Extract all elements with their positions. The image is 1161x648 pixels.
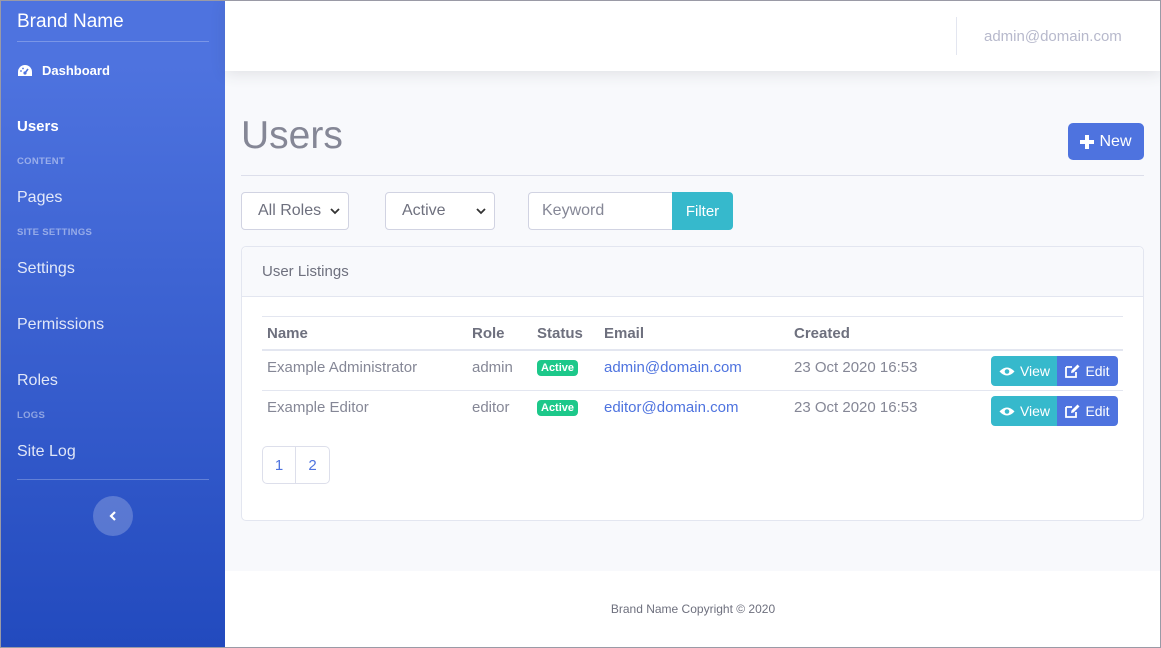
column-header-created[interactable]: Created bbox=[794, 325, 850, 342]
divider bbox=[241, 175, 1144, 176]
plus-icon bbox=[1080, 134, 1095, 149]
user-name: Example Administrator bbox=[267, 359, 418, 376]
user-role: admin bbox=[472, 359, 513, 376]
copyright-text: Brand Name Copyright © 2020 bbox=[610, 602, 776, 616]
edit-button[interactable]: Edit bbox=[1057, 396, 1118, 426]
user-created: 23 Oct 2020 16:53 bbox=[794, 359, 918, 376]
keyword-input[interactable]: Keyword bbox=[528, 192, 674, 230]
role-select-value: All Roles bbox=[258, 202, 322, 219]
chevron-left-icon bbox=[109, 511, 116, 521]
page-title: Users bbox=[241, 114, 343, 157]
edit-label: Edit bbox=[1085, 363, 1110, 379]
sidebar-divider bbox=[17, 479, 209, 480]
column-header-role[interactable]: Role bbox=[472, 325, 505, 342]
user-menu[interactable]: admin@domain.com bbox=[984, 28, 1122, 45]
new-button-label: New bbox=[1099, 132, 1132, 150]
sidebar-item-users[interactable]: Users bbox=[17, 118, 59, 135]
view-label: View bbox=[1019, 363, 1051, 379]
page-link-1[interactable]: 1 bbox=[262, 446, 296, 484]
chevron-down-icon bbox=[330, 208, 340, 215]
user-name: Example Editor bbox=[267, 399, 369, 416]
topbar-divider bbox=[956, 17, 957, 55]
eye-icon bbox=[999, 367, 1015, 375]
table-border bbox=[262, 316, 1123, 317]
edit-button[interactable]: Edit bbox=[1057, 356, 1118, 386]
page-link-2[interactable]: 2 bbox=[296, 446, 330, 484]
pagination: 1 2 bbox=[262, 446, 330, 484]
view-button[interactable]: View bbox=[991, 396, 1058, 426]
sidebar-heading-logs: LOGS bbox=[17, 410, 46, 421]
role-select[interactable]: All Roles bbox=[241, 192, 349, 230]
sidebar-heading-content: CONTENT bbox=[17, 156, 66, 167]
user-email-link[interactable]: admin@domain.com bbox=[604, 359, 742, 376]
sidebar-item-dashboard[interactable]: Dashboard bbox=[17, 63, 110, 78]
column-header-email[interactable]: Email bbox=[604, 325, 644, 342]
user-email-link[interactable]: editor@domain.com bbox=[604, 399, 738, 416]
status-select[interactable]: Active bbox=[385, 192, 495, 230]
status-badge: Active bbox=[537, 360, 579, 376]
user-role: editor bbox=[472, 399, 510, 416]
status-badge: Active bbox=[537, 400, 579, 416]
table-row-border bbox=[262, 390, 1123, 391]
new-user-button[interactable]: New bbox=[1068, 123, 1144, 160]
sidebar-item-permissions[interactable]: Permissions bbox=[17, 316, 104, 334]
edit-icon bbox=[1065, 404, 1080, 418]
sidebar-item-label: Dashboard bbox=[42, 63, 110, 78]
table-header-border bbox=[262, 349, 1123, 351]
sidebar-item-roles[interactable]: Roles bbox=[17, 372, 58, 390]
chevron-down-icon bbox=[476, 208, 486, 215]
brand-name[interactable]: Brand Name bbox=[17, 11, 124, 33]
sidebar-item-pages[interactable]: Pages bbox=[17, 189, 62, 207]
edit-icon bbox=[1065, 364, 1080, 378]
topbar: admin@domain.com bbox=[225, 0, 1161, 71]
sidebar-item-settings[interactable]: Settings bbox=[17, 260, 75, 278]
status-select-value: Active bbox=[402, 202, 446, 219]
filter-button[interactable]: Filter bbox=[672, 192, 733, 230]
user-created: 23 Oct 2020 16:53 bbox=[794, 399, 918, 416]
view-button[interactable]: View bbox=[991, 356, 1058, 386]
tachometer-icon bbox=[18, 64, 32, 76]
column-header-status[interactable]: Status bbox=[537, 325, 583, 342]
card-title: User Listings bbox=[242, 247, 1143, 297]
column-header-name[interactable]: Name bbox=[267, 325, 308, 342]
sidebar-divider bbox=[17, 41, 209, 42]
keyword-placeholder: Keyword bbox=[542, 202, 605, 219]
sidebar-item-site-log[interactable]: Site Log bbox=[17, 443, 76, 461]
edit-label: Edit bbox=[1085, 403, 1110, 419]
footer: Brand Name Copyright © 2020 bbox=[225, 571, 1161, 648]
view-label: View bbox=[1019, 403, 1051, 419]
sidebar-heading-site-settings: SITE SETTINGS bbox=[17, 227, 93, 238]
sidebar: Brand Name Dashboard Users CONTENT Pages… bbox=[0, 0, 225, 648]
eye-icon bbox=[999, 407, 1015, 415]
sidebar-toggle-button[interactable] bbox=[93, 496, 133, 536]
